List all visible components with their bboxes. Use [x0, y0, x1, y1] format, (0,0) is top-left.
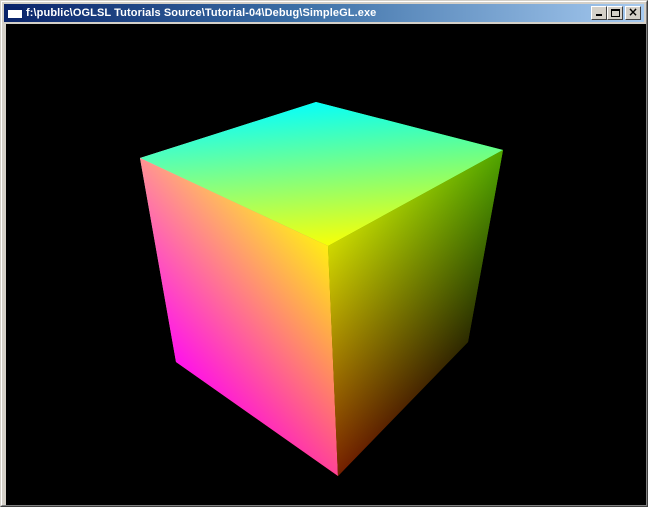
caption-buttons: × [591, 5, 641, 20]
opengl-viewport[interactable] [6, 24, 646, 505]
minimize-icon [596, 14, 602, 16]
application-window: f:\public\OGLSL Tutorials Source\Tutoria… [0, 0, 648, 507]
maximize-icon [611, 9, 620, 17]
title-bar[interactable]: f:\public\OGLSL Tutorials Source\Tutoria… [4, 4, 644, 22]
window-frame: f:\public\OGLSL Tutorials Source\Tutoria… [1, 1, 647, 506]
close-button[interactable]: × [625, 5, 641, 20]
window-title: f:\public\OGLSL Tutorials Source\Tutoria… [26, 7, 377, 19]
maximize-button[interactable] [607, 6, 623, 20]
rgb-cube-render [140, 102, 503, 476]
application-icon[interactable] [7, 7, 23, 19]
minimize-button[interactable] [591, 6, 607, 20]
close-icon: × [627, 5, 639, 19]
